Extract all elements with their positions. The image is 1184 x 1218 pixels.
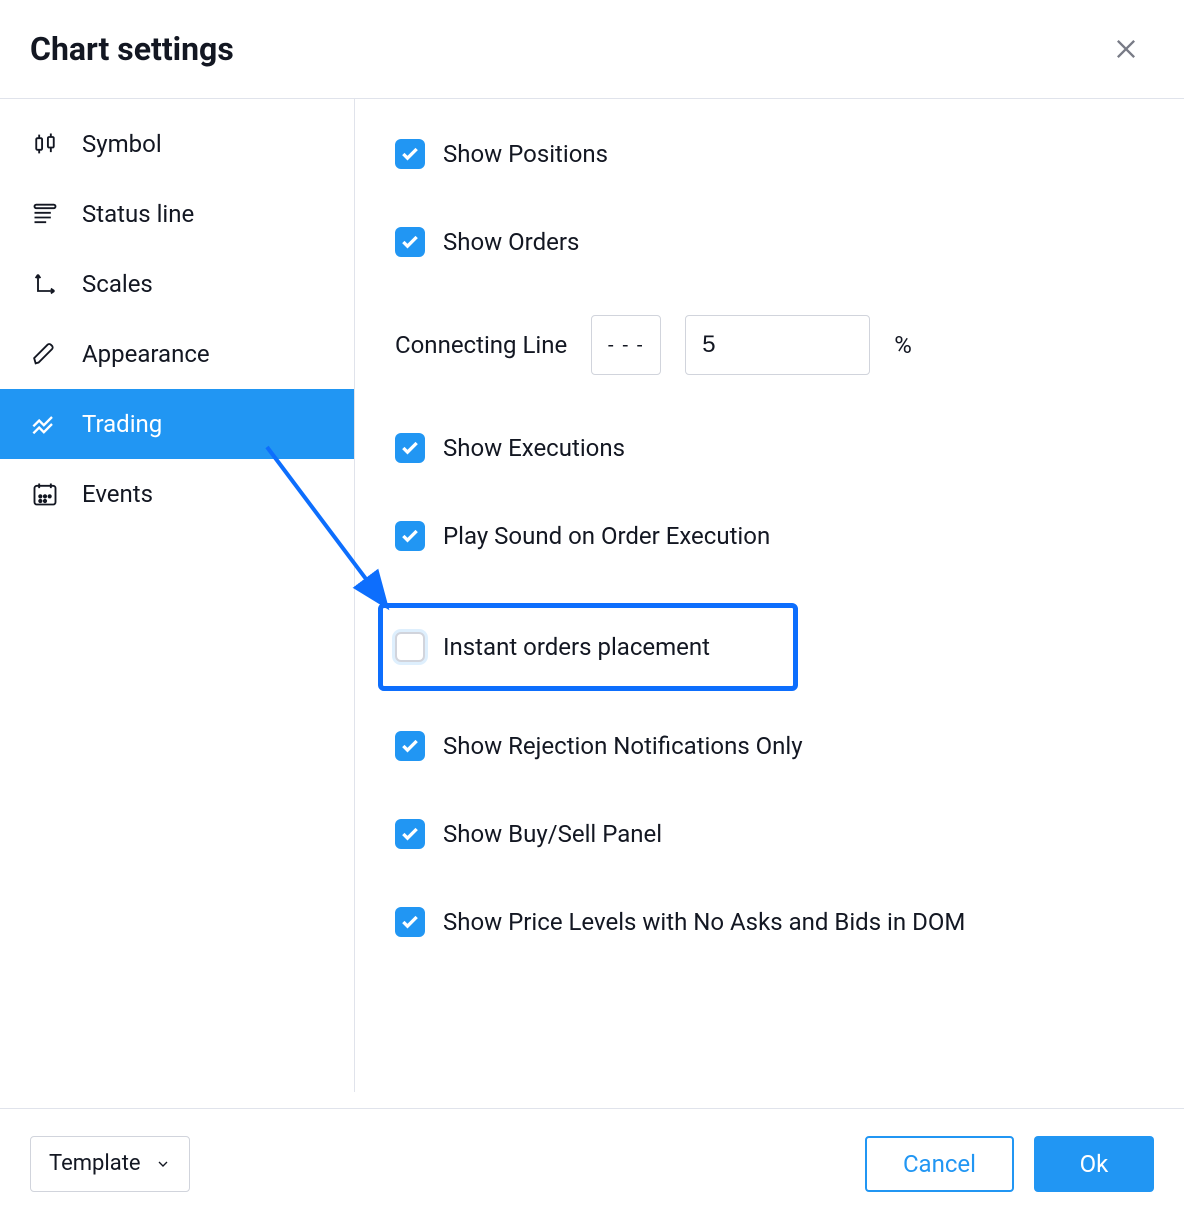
dialog-footer: Template Cancel Ok [0,1108,1184,1218]
dialog-title: Chart settings [30,30,234,68]
sidebar-item-label: Appearance [82,340,210,368]
option-label: Play Sound on Order Execution [443,522,770,550]
option-label: Show Executions [443,434,625,462]
dialog-header: Chart settings [0,0,1184,99]
option-show-price-levels[interactable]: Show Price Levels with No Asks and Bids … [395,907,1144,937]
sidebar-item-status-line[interactable]: Status line [0,179,354,249]
cancel-button[interactable]: Cancel [865,1136,1014,1192]
sidebar-item-scales[interactable]: Scales [0,249,354,319]
option-play-sound[interactable]: Play Sound on Order Execution [395,521,1144,551]
status-line-icon [30,199,60,229]
chevron-down-icon [155,1156,171,1172]
calendar-icon [30,479,60,509]
footer-actions: Cancel Ok [865,1136,1154,1192]
sidebar-item-label: Symbol [82,130,162,158]
template-button[interactable]: Template [30,1136,190,1192]
checkbox-show-executions[interactable] [395,433,425,463]
connecting-line-row: Connecting Line - - - % [395,315,1144,375]
checkbox-show-rejection[interactable] [395,731,425,761]
option-label: Instant orders placement [443,633,710,661]
option-show-orders[interactable]: Show Orders [395,227,1144,257]
option-label: Show Orders [443,228,579,256]
checkbox-play-sound[interactable] [395,521,425,551]
sidebar: Symbol Status line Scales [0,99,355,1092]
option-show-buy-sell[interactable]: Show Buy/Sell Panel [395,819,1144,849]
option-show-executions[interactable]: Show Executions [395,433,1144,463]
close-button[interactable] [1108,31,1144,67]
candlestick-icon [30,129,60,159]
close-icon [1112,35,1140,63]
connecting-line-value-input[interactable] [685,315,870,375]
line-style-selector[interactable]: - - - [591,315,661,375]
option-show-positions[interactable]: Show Positions [395,139,1144,169]
option-show-rejection[interactable]: Show Rejection Notifications Only [395,731,1144,761]
sidebar-item-symbol[interactable]: Symbol [0,109,354,179]
checkbox-instant-orders[interactable] [395,632,425,662]
checkbox-show-price-levels[interactable] [395,907,425,937]
sidebar-item-label: Trading [82,410,162,438]
sidebar-item-trading[interactable]: Trading [0,389,354,459]
sidebar-item-events[interactable]: Events [0,459,354,529]
scales-icon [30,269,60,299]
settings-content: Show Positions Show Orders Connecting Li… [355,99,1184,1092]
trading-icon [30,409,60,439]
option-label: Show Price Levels with No Asks and Bids … [443,908,965,936]
percent-label: % [894,331,912,359]
sidebar-item-label: Status line [82,200,194,228]
pencil-icon [30,339,60,369]
connecting-line-label: Connecting Line [395,331,567,359]
dialog-body: Symbol Status line Scales [0,99,1184,1092]
ok-button[interactable]: Ok [1034,1136,1154,1192]
template-label: Template [49,1151,141,1176]
checkbox-show-orders[interactable] [395,227,425,257]
option-label: Show Buy/Sell Panel [443,820,662,848]
checkbox-show-buy-sell[interactable] [395,819,425,849]
sidebar-item-label: Scales [82,270,153,298]
sidebar-item-appearance[interactable]: Appearance [0,319,354,389]
checkbox-show-positions[interactable] [395,139,425,169]
sidebar-item-label: Events [82,480,153,508]
option-label: Show Positions [443,140,608,168]
option-label: Show Rejection Notifications Only [443,732,803,760]
option-instant-orders[interactable]: Instant orders placement [378,603,798,691]
